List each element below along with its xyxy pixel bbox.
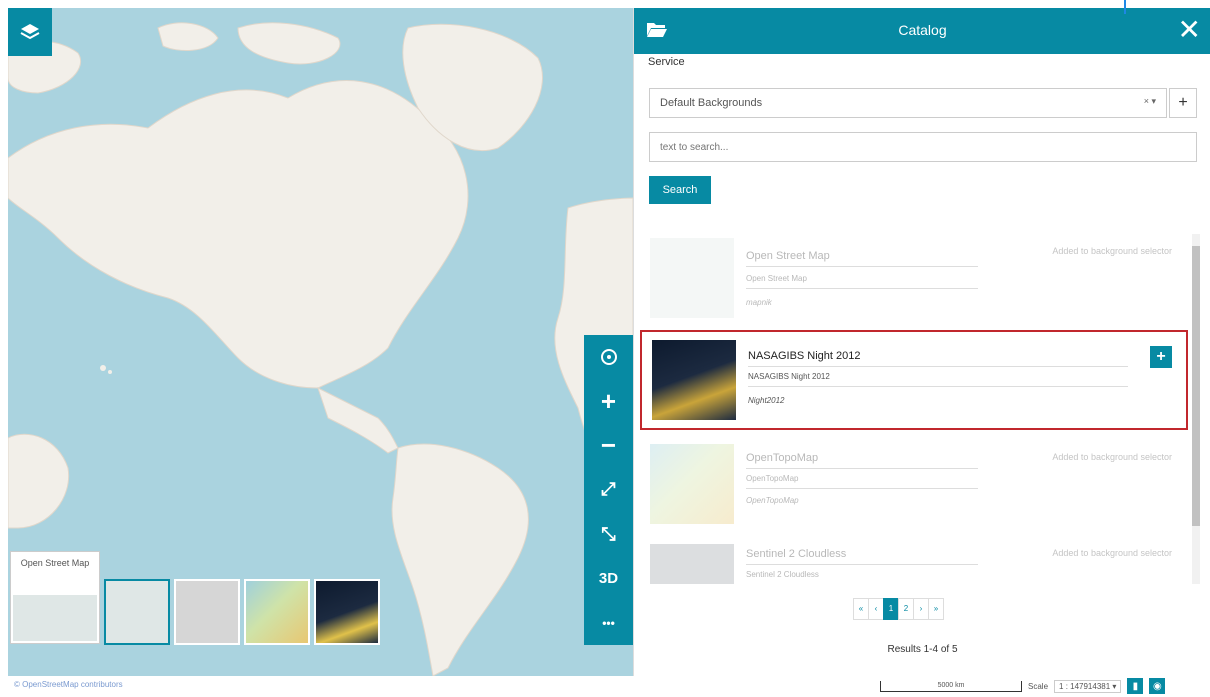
background-current-thumb bbox=[13, 595, 97, 641]
record-status: Added to background selector bbox=[1052, 246, 1172, 256]
record-title: Sentinel 2 Cloudless bbox=[746, 548, 847, 560]
more-button[interactable]: ••• bbox=[589, 604, 629, 642]
record-title: OpenTopoMap bbox=[746, 452, 819, 464]
catalog-record: Sentinel 2 Cloudless Sentinel 2 Cloudles… bbox=[640, 532, 1188, 586]
service-label: Service bbox=[648, 56, 685, 68]
page-next[interactable]: › bbox=[913, 598, 929, 620]
record-description: Sentinel 2 Cloudless bbox=[746, 570, 819, 579]
service-select-value: Default Backgrounds bbox=[660, 97, 763, 109]
catalog-panel: Catalog ✕ Service Default Backgrounds × … bbox=[633, 8, 1210, 676]
scrollbar-thumb[interactable] bbox=[1192, 246, 1200, 526]
catalog-record: OpenTopoMap OpenTopoMap OpenTopoMap Adde… bbox=[640, 432, 1188, 524]
record-name: Night2012 bbox=[748, 396, 785, 405]
zoom-out-icon: − bbox=[600, 430, 617, 461]
pagination: « ‹ 1 2 › » bbox=[853, 598, 944, 620]
scalebar: 5000 km bbox=[880, 680, 1022, 692]
background-current-label: Open Street Map bbox=[20, 558, 90, 568]
map-toolbar: + − ⤢ ⤡ 3D ••• bbox=[584, 335, 633, 645]
layers-button[interactable] bbox=[8, 8, 52, 56]
page-1[interactable]: 1 bbox=[883, 598, 899, 620]
info-button[interactable]: ▮ bbox=[1127, 678, 1144, 694]
layers-icon bbox=[20, 24, 40, 40]
background-selector bbox=[104, 575, 380, 645]
record-description: Open Street Map bbox=[746, 274, 807, 283]
page-last[interactable]: » bbox=[928, 598, 944, 620]
zoom-out-button[interactable]: − bbox=[589, 427, 629, 465]
background-current-card[interactable]: Open Street Map bbox=[10, 551, 100, 644]
results-scrollbar[interactable] bbox=[1192, 234, 1200, 584]
record-description: OpenTopoMap bbox=[746, 474, 799, 483]
cursor-marker bbox=[1124, 0, 1126, 14]
3d-toggle-button[interactable]: 3D bbox=[589, 560, 629, 598]
background-thumb-opentopomap[interactable] bbox=[244, 579, 310, 645]
catalog-header: Catalog ✕ bbox=[634, 8, 1210, 54]
chevron-down-icon: × ▾ bbox=[1143, 96, 1156, 106]
page-prev[interactable]: ‹ bbox=[868, 598, 884, 620]
zoom-to-extent-icon: ⤢ bbox=[601, 479, 616, 500]
record-thumbnail bbox=[652, 340, 736, 420]
search-input[interactable] bbox=[649, 132, 1197, 162]
zoom-in-button[interactable]: + bbox=[589, 382, 629, 420]
info-icon: ▮ bbox=[1132, 680, 1139, 692]
record-title: Open Street Map bbox=[746, 250, 830, 262]
record-thumbnail bbox=[650, 544, 734, 584]
globe-icon: ◉ bbox=[1153, 680, 1162, 692]
zoom-in-icon: + bbox=[600, 385, 617, 416]
page-2[interactable]: 2 bbox=[898, 598, 914, 620]
add-to-map-button[interactable]: + bbox=[1150, 346, 1172, 368]
locate-icon bbox=[600, 349, 617, 366]
scale-label: Scale bbox=[1028, 681, 1049, 691]
record-description: NASAGIBS Night 2012 bbox=[748, 372, 830, 381]
add-service-button[interactable]: + bbox=[1169, 88, 1197, 118]
record-status: Added to background selector bbox=[1052, 452, 1172, 462]
record-status: Added to background selector bbox=[1052, 548, 1172, 558]
background-thumb-osm[interactable] bbox=[104, 579, 170, 645]
zoom-to-extent-button[interactable]: ⤢ bbox=[589, 471, 629, 509]
catalog-record-highlighted: NASAGIBS Night 2012 NASAGIBS Night 2012 … bbox=[640, 330, 1188, 430]
background-thumb-blank[interactable] bbox=[174, 579, 240, 645]
fullscreen-icon: ⤡ bbox=[601, 523, 616, 544]
scalebar-label: 5000 km bbox=[937, 681, 965, 689]
record-name: OpenTopoMap bbox=[746, 496, 799, 505]
catalog-results: Open Street Map Open Street Map mapnik A… bbox=[634, 226, 1210, 586]
scale-select[interactable]: 1 : 147914381 ▾ bbox=[1054, 679, 1122, 693]
catalog-record: Open Street Map Open Street Map mapnik A… bbox=[640, 226, 1188, 318]
service-select[interactable]: Default Backgrounds × ▾ bbox=[649, 88, 1167, 118]
background-thumb-nasa-night[interactable] bbox=[314, 579, 380, 645]
catalog-title: Catalog bbox=[898, 22, 947, 38]
page-first[interactable]: « bbox=[853, 598, 869, 620]
record-name: mapnik bbox=[746, 298, 772, 307]
record-title: NASAGIBS Night 2012 bbox=[748, 350, 861, 362]
search-button[interactable]: Search bbox=[649, 176, 711, 204]
map-attribution[interactable]: © OpenStreetMap contributors bbox=[14, 680, 123, 689]
more-icon: ••• bbox=[602, 615, 615, 630]
record-thumbnail bbox=[650, 444, 734, 524]
close-icon[interactable]: ✕ bbox=[1178, 14, 1201, 46]
fullscreen-button[interactable]: ⤡ bbox=[589, 515, 629, 553]
map-footer: 5000 km Scale 1 : 147914381 ▾ ▮ ◉ bbox=[880, 676, 1166, 696]
3d-toggle-label: 3D bbox=[598, 570, 619, 588]
globe-button[interactable]: ◉ bbox=[1149, 678, 1166, 694]
record-thumbnail bbox=[650, 238, 734, 318]
results-count: Results 1-4 of 5 bbox=[887, 644, 958, 655]
locate-button[interactable] bbox=[589, 338, 629, 376]
